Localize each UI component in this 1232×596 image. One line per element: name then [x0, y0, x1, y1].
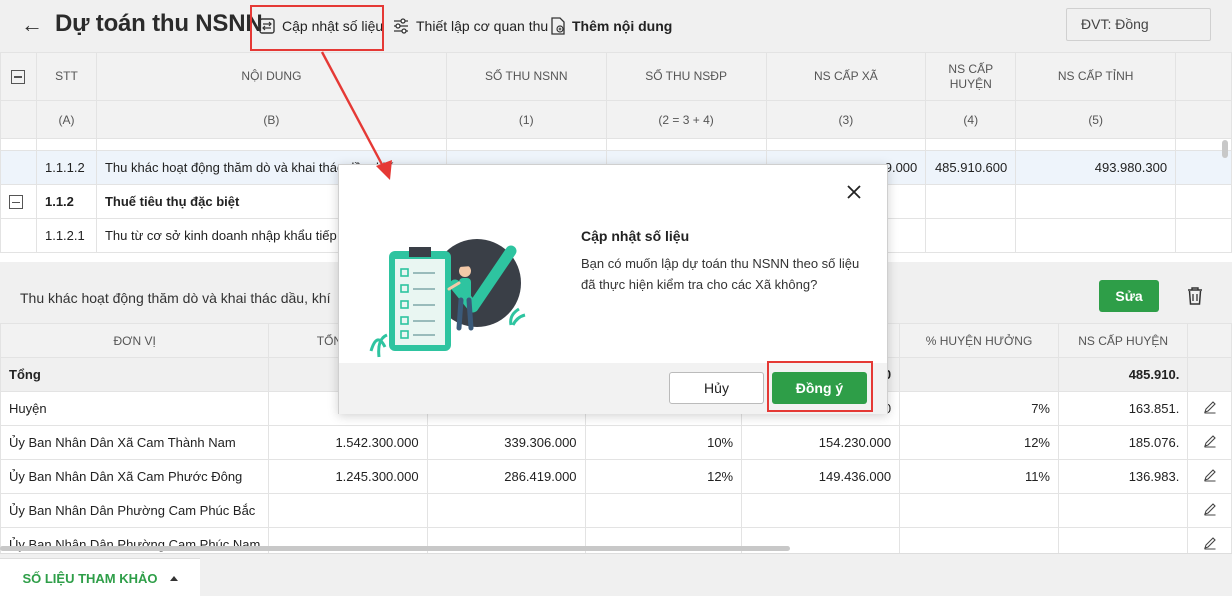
row-c4	[584, 493, 743, 528]
col-header-stt: STT	[35, 52, 97, 101]
detail-title: Thu khác hoạt động thăm dò và khai thác …	[20, 290, 331, 306]
row-pct-huyen: 7%	[899, 391, 1059, 426]
row-huyen: 485.910.600	[925, 150, 1017, 185]
subheader-5: (5)	[1015, 100, 1177, 139]
row-ns-huyen	[1057, 527, 1189, 553]
subheader-1: (1)	[445, 100, 607, 139]
row-tinh	[1015, 218, 1177, 253]
detail-row[interactable]: Ủy Ban Nhân Dân Phường Cam Phúc Bắc	[0, 493, 1232, 528]
unit-selector[interactable]: ĐVT: Đồng	[1066, 8, 1211, 41]
row-ns-huyen	[1057, 493, 1189, 528]
row-ns-huyen: 185.076.	[1057, 425, 1189, 460]
row-c5: 149.436.000	[741, 459, 901, 494]
footer-bar: SỐ LIỆU THAM KHẢO	[0, 553, 1232, 596]
add-content-button[interactable]: Thêm nội dung	[550, 15, 672, 37]
row-total: 1.245.300.000	[268, 459, 428, 494]
pencil-icon[interactable]	[1203, 468, 1217, 482]
detail-horizontal-scrollbar[interactable]	[0, 546, 790, 551]
subheader-4: (4)	[925, 100, 1017, 139]
table-header-row: STT NỘI DUNG SỐ THU NSNN SỐ THU NSĐP NS …	[0, 52, 1232, 101]
edit-button[interactable]: Sửa	[1099, 280, 1159, 312]
row-huyen	[925, 218, 1017, 253]
table-subheader-row: (A) (B) (1) (2 = 3 + 4) (3) (4) (5)	[0, 100, 1232, 139]
col-header-nsdp: SỐ THU NSĐP	[605, 52, 767, 101]
top-vertical-scrollbar[interactable]	[1222, 140, 1228, 158]
subheader-b: (B)	[95, 100, 447, 139]
row-unit: Ủy Ban Nhân Dân Xã Cam Phước Đông	[0, 459, 270, 494]
col-header-content: NỘI DUNG	[95, 52, 447, 101]
confirm-highlight-box	[767, 361, 873, 412]
row-unit: Huyện	[0, 391, 270, 426]
page-header: ← Dự toán thu NSNN Cập nhật số liệu Thiế…	[0, 0, 1232, 52]
back-arrow-icon[interactable]: ←	[20, 12, 44, 38]
unit-label: ĐVT: Đồng	[1081, 16, 1149, 32]
pencil-icon[interactable]	[1203, 536, 1217, 550]
row-c5: 154.230.000	[741, 425, 901, 460]
pencil-icon[interactable]	[1203, 434, 1217, 448]
reference-data-tab[interactable]: SỐ LIỆU THAM KHẢO	[0, 558, 200, 596]
row-stt: 1.1.2.1	[35, 218, 97, 253]
col-header-nsnn: SỐ THU NSNN	[445, 52, 607, 101]
add-content-label: Thêm nội dung	[572, 18, 673, 34]
detail-row[interactable]: Ủy Ban Nhân Dân Xã Cam Phước Đông 1.245.…	[0, 459, 1232, 494]
trash-icon	[1188, 287, 1202, 305]
row-huyen	[925, 184, 1017, 219]
row-pct-huyen	[899, 527, 1059, 553]
row-c4: 10%	[584, 425, 743, 460]
col-header-tinh: NS CẤP TỈNH	[1015, 52, 1177, 101]
pencil-icon[interactable]	[1203, 502, 1217, 516]
pencil-icon[interactable]	[1203, 400, 1217, 414]
row-unit: Tổng	[0, 357, 270, 392]
row-c3: 286.419.000	[426, 459, 586, 494]
row-pct-huyen	[899, 493, 1059, 528]
collapse-all-cell[interactable]	[0, 52, 37, 101]
collapse-icon[interactable]	[11, 69, 26, 84]
row-pct-huyen: 11%	[899, 459, 1059, 494]
close-icon	[847, 185, 861, 199]
close-button[interactable]	[843, 181, 865, 203]
update-highlight-box	[250, 5, 384, 51]
sliders-icon	[394, 18, 408, 34]
subheader-2: (2 = 3 + 4)	[605, 100, 767, 139]
row-tinh: 493.980.300	[1015, 150, 1177, 185]
add-document-icon	[551, 17, 565, 35]
row-ns-huyen: 163.851.	[1057, 391, 1189, 426]
row-stt: 1.1.1.2	[35, 150, 97, 185]
row-tinh	[1015, 184, 1177, 219]
row-ns-huyen: 136.983.	[1057, 459, 1189, 494]
row-unit: Ủy Ban Nhân Dân Phường Cam Phúc Bắc	[0, 493, 270, 528]
row-pct-huyen	[899, 357, 1059, 392]
row-unit: Ủy Ban Nhân Dân Xã Cam Thành Nam	[0, 425, 270, 460]
col-header-pct-huyen: % HUYỆN HƯỞNG	[899, 323, 1059, 358]
delete-button[interactable]	[1180, 281, 1210, 311]
row-total: 1.542.300.000	[268, 425, 428, 460]
row-ns-huyen: 485.910.	[1057, 357, 1189, 392]
row-stt: 1.1.2	[35, 184, 97, 219]
row-c5	[741, 493, 901, 528]
cancel-button[interactable]: Hủy	[669, 372, 764, 404]
row-pct-huyen: 12%	[899, 425, 1059, 460]
dialog-title: Cập nhật số liệu	[581, 228, 690, 244]
row-c4: 12%	[584, 459, 743, 494]
setup-agency-button[interactable]: Thiết lập cơ quan thu	[392, 15, 548, 37]
page-title: Dự toán thu NSNN	[55, 10, 263, 37]
subheader-a: (A)	[35, 100, 97, 139]
reference-data-label: SỐ LIỆU THAM KHẢO	[22, 570, 158, 586]
row-collapse-cell[interactable]	[0, 184, 37, 219]
detail-row[interactable]: Ủy Ban Nhân Dân Xã Cam Thành Nam 1.542.3…	[0, 425, 1232, 460]
subheader-3: (3)	[765, 100, 927, 139]
col-header-ns-huyen: NS CẤP HUYỆN	[1057, 323, 1189, 358]
collapse-icon[interactable]	[9, 195, 23, 210]
row-c3: 339.306.000	[426, 425, 586, 460]
row-total	[268, 493, 428, 528]
row-c3	[426, 493, 586, 528]
setup-agency-label: Thiết lập cơ quan thu	[416, 18, 549, 34]
col-header-xa: NS CẤP XÃ	[765, 52, 927, 101]
col-header-huyen: NS CẤP HUYỆN	[925, 52, 1017, 101]
caret-up-icon	[169, 575, 178, 581]
col-header-unit: ĐƠN VỊ	[0, 323, 270, 358]
table-row-partial	[0, 138, 1232, 151]
checklist-illustration-icon	[369, 239, 526, 358]
dialog-message: Bạn có muốn lập dự toán thu NSNN theo số…	[581, 256, 860, 292]
